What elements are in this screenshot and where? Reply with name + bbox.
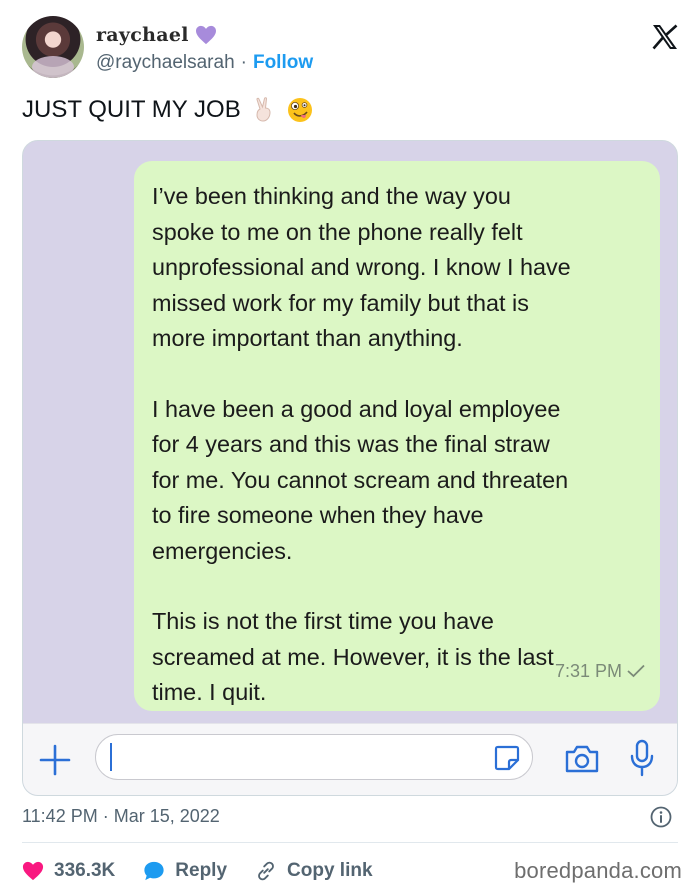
- like-button[interactable]: 336.3K: [22, 860, 115, 882]
- zany-face-emoji-icon: [287, 98, 312, 122]
- avatar[interactable]: [22, 16, 84, 78]
- watermark: boredpanda.com: [514, 858, 682, 883]
- reply-label: Reply: [175, 860, 228, 881]
- display-name[interactable]: raychael: [96, 24, 189, 46]
- tweet-time: 11:42 PM: [22, 806, 98, 826]
- info-icon[interactable]: [650, 806, 672, 828]
- tweet-date: Mar 15, 2022: [113, 806, 220, 826]
- message-paragraph-2: I have been a good and loyal employee fo…: [152, 395, 569, 564]
- handle-row: @raychaelsarah · Follow: [96, 52, 313, 74]
- sticker-icon[interactable]: [492, 743, 522, 773]
- message-composer: [23, 723, 677, 795]
- separator: ·: [240, 52, 247, 73]
- reply-bubble-icon: [144, 861, 164, 881]
- message-paragraph-1: I’ve been thinking and the way you spoke…: [152, 183, 571, 351]
- heart-icon: [22, 861, 44, 881]
- tweet-text: JUST QUIT MY JOB: [22, 96, 313, 124]
- message-input[interactable]: [95, 734, 533, 780]
- name-row: raychael: [96, 24, 217, 46]
- message-bubble: I’ve been thinking and the way you spoke…: [134, 161, 660, 711]
- purple-heart-icon: [195, 25, 216, 45]
- user-handle[interactable]: @raychaelsarah: [96, 52, 235, 74]
- microphone-icon[interactable]: [627, 738, 657, 778]
- tweet-body: JUST QUIT MY JOB: [22, 96, 241, 123]
- divider: [22, 842, 678, 843]
- camera-icon[interactable]: [563, 740, 601, 778]
- message-time-label: 7:31 PM: [554, 660, 622, 681]
- follow-button[interactable]: Follow: [253, 52, 313, 74]
- timestamp-separator: ·: [102, 806, 109, 826]
- chat-screenshot: I’ve been thinking and the way you spoke…: [22, 140, 678, 796]
- copy-link-label: Copy link: [287, 860, 373, 881]
- reply-button[interactable]: Reply: [143, 860, 227, 882]
- tweet-header: raychael @raychaelsarah · Follow: [22, 16, 682, 82]
- plus-icon[interactable]: [37, 742, 73, 778]
- link-icon: [258, 861, 274, 881]
- x-logo-icon[interactable]: [650, 22, 680, 52]
- delivered-check-icon: [627, 665, 645, 678]
- copy-link-button[interactable]: Copy link: [255, 860, 373, 882]
- text-cursor: [110, 743, 112, 771]
- like-count: 336.3K: [54, 860, 116, 881]
- victory-hand-emoji-icon: [256, 97, 271, 122]
- tweet-actions: 336.3K Reply Copy link: [22, 856, 401, 886]
- message-time: 7:31 PM: [555, 654, 646, 690]
- tweet-timestamp[interactable]: 11:42 PM · Mar 15, 2022: [22, 806, 220, 827]
